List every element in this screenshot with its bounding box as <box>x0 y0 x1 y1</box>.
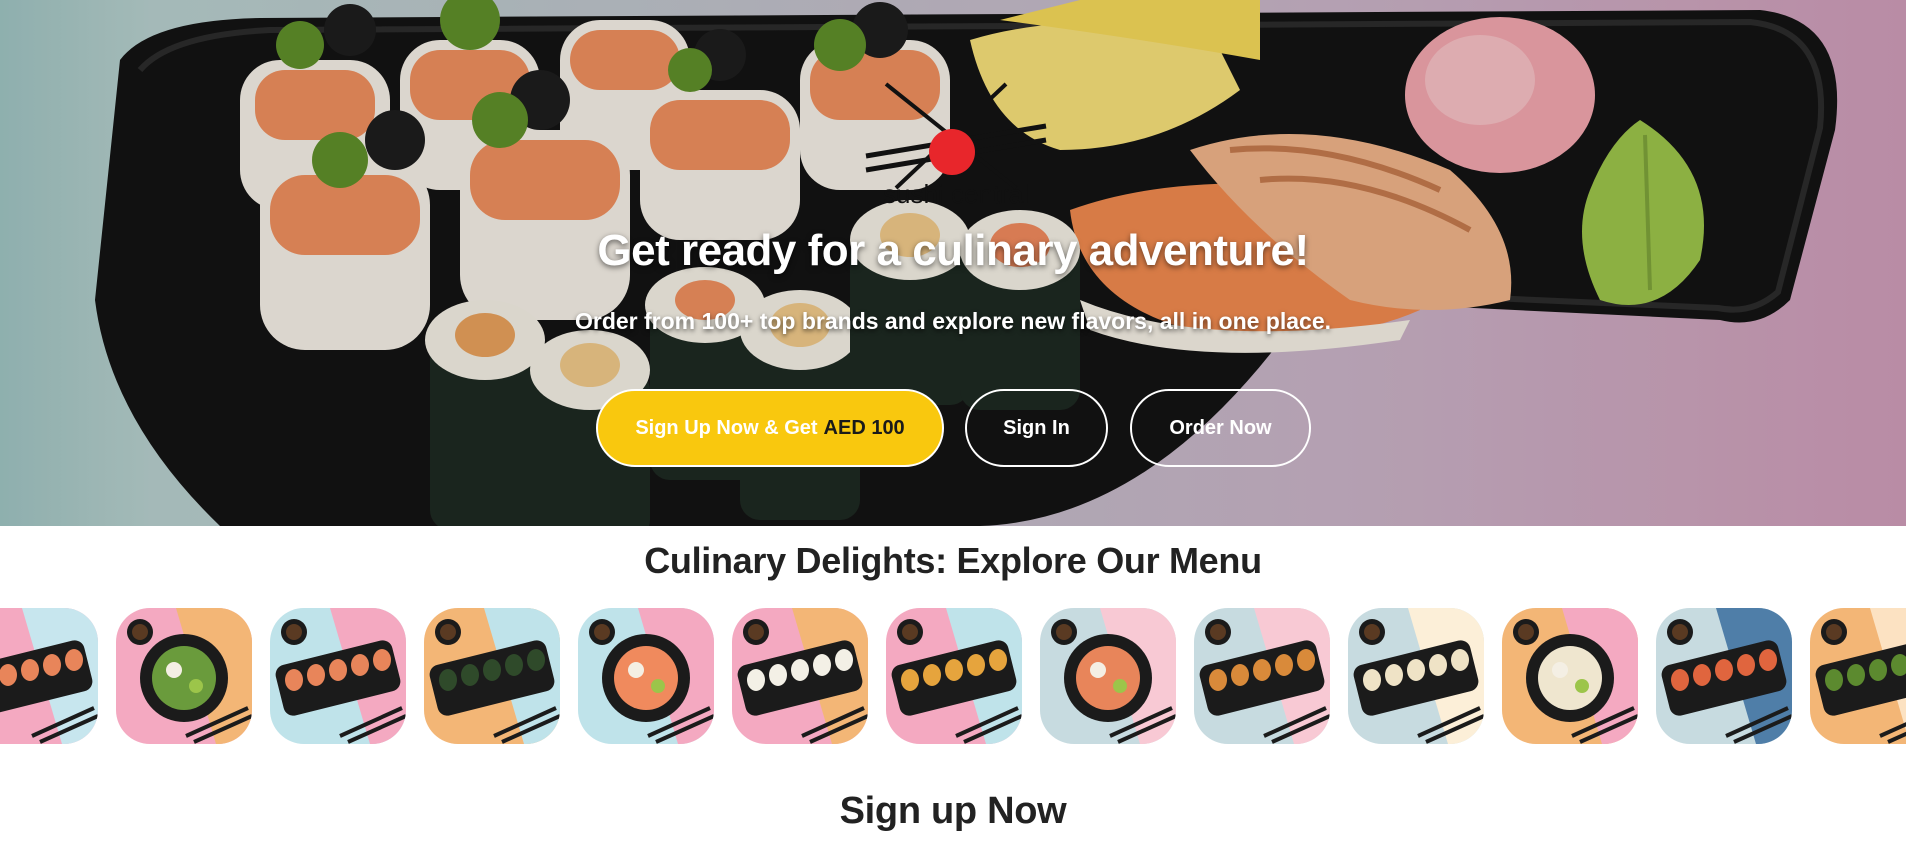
hero-title: Get ready for a culinary adventure! <box>597 226 1309 275</box>
signup-bonus-button[interactable]: Sign Up Now & Get AED 100 <box>596 389 944 467</box>
menu-item-tile[interactable] <box>886 608 1022 744</box>
salad-bowl-icon <box>116 608 252 744</box>
menu-item-tile[interactable] <box>578 608 714 744</box>
signup-section-title: Sign up Now <box>839 790 1067 832</box>
menu-item-tile[interactable] <box>270 608 406 744</box>
rice-side-tray-icon <box>732 608 868 744</box>
menu-carousel[interactable] <box>0 608 1906 744</box>
tuna-bowl-icon <box>1656 608 1792 744</box>
nigiri-plate-icon <box>578 608 714 744</box>
menu-item-tile[interactable] <box>0 608 98 744</box>
menu-item-tile[interactable] <box>116 608 252 744</box>
noodle-bowl-icon <box>1810 608 1906 744</box>
menu-item-tile[interactable] <box>732 608 868 744</box>
seaweed-roll-platter-icon <box>424 608 560 744</box>
sign-in-button[interactable]: Sign In <box>965 389 1108 467</box>
chicken-bowl-icon <box>1194 608 1330 744</box>
order-now-button[interactable]: Order Now <box>1130 389 1311 467</box>
menu-item-tile[interactable] <box>1810 608 1906 744</box>
signup-button-label: Sign Up Now & Get <box>635 416 818 439</box>
fried-bites-tray-icon <box>886 608 1022 744</box>
menu-item-tile[interactable] <box>1502 608 1638 744</box>
hero-subtitle: Order from 100+ top brands and explore n… <box>574 308 1332 334</box>
signup-bonus-amount: AED 100 <box>823 416 905 439</box>
logo-text: sushi central <box>883 179 1029 209</box>
wrap-plate-icon <box>1348 608 1484 744</box>
menu-item-tile[interactable] <box>1194 608 1330 744</box>
poke-bowl-icon <box>1040 608 1176 744</box>
menu-item-tile[interactable] <box>1348 608 1484 744</box>
sushi-central-logo[interactable]: sushi central <box>856 78 1056 210</box>
salmon-roll-platter-icon <box>270 608 406 744</box>
gyoza-tray-icon <box>1502 608 1638 744</box>
sushi-platter-icon <box>0 608 98 744</box>
menu-item-tile[interactable] <box>424 608 560 744</box>
menu-item-tile[interactable] <box>1656 608 1792 744</box>
menu-item-tile[interactable] <box>1040 608 1176 744</box>
menu-section-title: Culinary Delights: Explore Our Menu <box>644 540 1262 581</box>
hero-banner: sushi central Get ready for a culinary a… <box>0 0 1906 526</box>
